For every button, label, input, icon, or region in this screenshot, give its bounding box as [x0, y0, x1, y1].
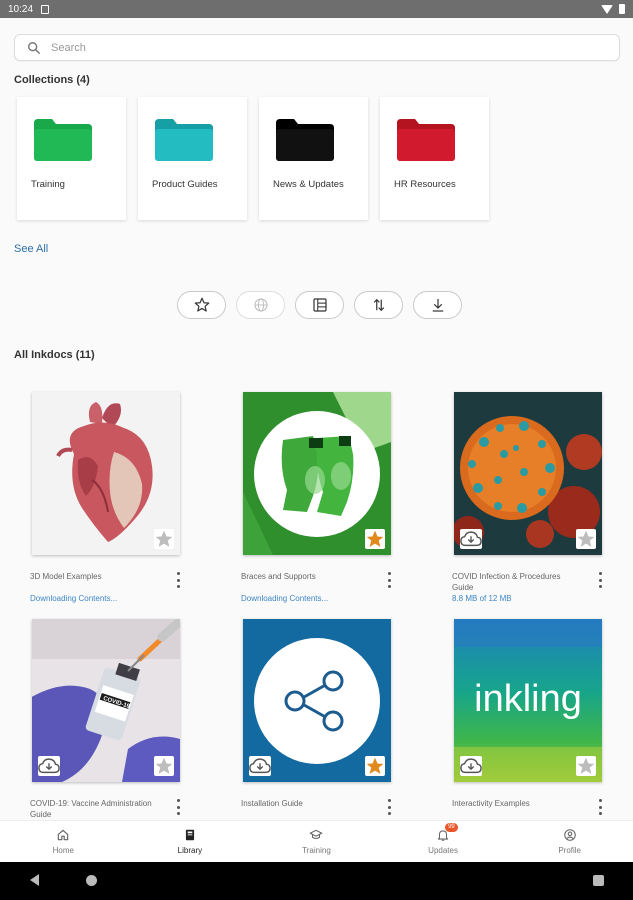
book-cover[interactable]: inkling [454, 619, 602, 782]
inkdoc-status: Downloading Contents... [241, 594, 329, 603]
cloud-download-icon [460, 531, 482, 547]
folder-icon [34, 119, 92, 161]
star-icon [155, 757, 173, 774]
globe-button[interactable] [236, 291, 285, 319]
inkdocs-title: All Inkdocs (11) [14, 349, 95, 361]
book-cover[interactable] [243, 619, 391, 782]
inkdoc-title: COVID-19: Vaccine Administration Guide [30, 799, 152, 819]
nav-label: Library [177, 846, 203, 855]
collections-title: Collections (4) [14, 74, 90, 86]
favorite-star-button[interactable] [365, 756, 385, 776]
more-options-button[interactable] [385, 571, 393, 589]
inkdoc-title: Installation Guide [241, 799, 303, 808]
star-icon [577, 530, 595, 547]
inkling-logo-text: inkling [474, 678, 582, 720]
favorite-star-button[interactable] [365, 529, 385, 549]
cloud-download-button[interactable] [38, 756, 60, 776]
favorite-star-button[interactable] [154, 529, 174, 549]
collections-list: Training Product Guides News & Updates H… [17, 97, 489, 220]
bottom-navigation: Home Library Training 99 Updates Profile [0, 820, 633, 862]
system-navigation-bar [0, 862, 633, 900]
cloud-download-button[interactable] [249, 756, 271, 776]
table-view-icon [312, 298, 327, 312]
inkdoc-title: Interactivity Examples [452, 799, 530, 808]
more-options-button[interactable] [596, 798, 604, 816]
star-icon [577, 757, 595, 774]
folder-icon [276, 119, 334, 161]
sort-button[interactable] [354, 291, 403, 319]
status-time: 10:24 [8, 3, 34, 15]
folder-icon [155, 119, 213, 161]
inkdoc-status: 8.8 MB of 12 MB [452, 594, 512, 603]
cloud-download-icon [249, 758, 271, 774]
home-icon [58, 829, 69, 841]
more-options-button[interactable] [385, 798, 393, 816]
star-icon [366, 757, 384, 774]
library-toolbar [177, 291, 462, 319]
download-button[interactable] [413, 291, 462, 319]
inkdoc-status: Downloading Contents... [30, 594, 118, 603]
collection-label: Training [31, 179, 65, 190]
inkdoc-title: Braces and Supports [241, 572, 316, 581]
view-toggle-button[interactable] [295, 291, 344, 319]
search-icon [28, 41, 40, 54]
back-icon[interactable] [30, 874, 39, 886]
sort-arrows-icon [373, 298, 384, 312]
favorite-star-button[interactable] [154, 756, 174, 776]
book-cover[interactable]: COVID-19 [32, 619, 180, 782]
folder-icon [397, 119, 455, 161]
globe-icon [253, 298, 268, 312]
inkdoc-title: 3D Model Examples [30, 572, 102, 581]
recent-apps-icon[interactable] [593, 875, 604, 886]
cloud-download-button[interactable] [460, 529, 482, 549]
cloud-download-button[interactable] [460, 756, 482, 776]
collection-label: HR Resources [394, 179, 456, 190]
favorite-star-button[interactable] [576, 756, 596, 776]
search-input[interactable] [51, 41, 619, 54]
collection-card-news-updates[interactable]: News & Updates [259, 97, 368, 220]
see-all-link[interactable]: See All [14, 243, 48, 255]
nav-library[interactable]: Library [127, 821, 254, 862]
search-bar[interactable] [14, 34, 620, 61]
status-bar: 10:24 [0, 0, 633, 18]
profile-icon [563, 829, 576, 841]
collection-card-training[interactable]: Training [17, 97, 126, 220]
star-outline-icon [194, 297, 209, 312]
more-options-button[interactable] [174, 798, 182, 816]
battery-icon [619, 4, 625, 14]
more-options-button[interactable] [596, 571, 604, 589]
collection-label: News & Updates [273, 179, 344, 190]
nav-profile[interactable]: Profile [506, 821, 633, 862]
nav-label: Profile [558, 846, 582, 855]
wifi-icon [601, 4, 613, 14]
cloud-download-icon [38, 758, 60, 774]
nav-label: Home [52, 846, 74, 855]
cloud-download-icon [460, 758, 482, 774]
collection-label: Product Guides [152, 179, 218, 190]
sim-card-icon [41, 4, 50, 14]
library-icon [185, 829, 194, 841]
star-icon [366, 530, 384, 547]
home-button-icon[interactable] [86, 875, 97, 886]
book-cover[interactable] [32, 392, 180, 555]
nav-label: Training [302, 846, 331, 855]
graduation-cap-icon [310, 829, 323, 840]
book-cover[interactable] [243, 392, 391, 555]
favorites-filter-button[interactable] [177, 291, 226, 319]
star-icon [155, 530, 173, 547]
collection-card-hr-resources[interactable]: HR Resources [380, 97, 489, 220]
download-icon [432, 299, 443, 312]
inkdoc-title: COVID Infection & Procedures Guide [452, 572, 561, 592]
nav-training[interactable]: Training [253, 821, 380, 862]
notification-badge: 99 [445, 823, 458, 832]
book-cover[interactable] [454, 392, 602, 555]
nav-label: Updates [428, 846, 458, 855]
favorite-star-button[interactable] [576, 529, 596, 549]
collection-card-product-guides[interactable]: Product Guides [138, 97, 247, 220]
more-options-button[interactable] [174, 571, 182, 589]
nav-home[interactable]: Home [0, 821, 127, 862]
nav-updates[interactable]: 99 Updates [380, 821, 507, 862]
